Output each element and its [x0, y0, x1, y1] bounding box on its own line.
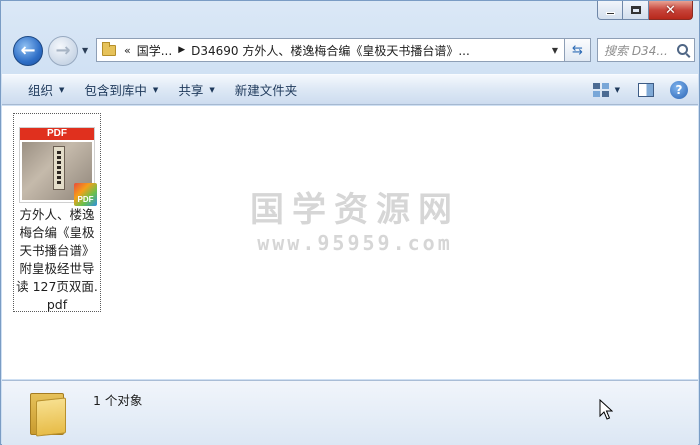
chevron-down-icon: ▼: [59, 85, 65, 94]
watermark: 国学资源网 www.95959.com: [240, 190, 470, 256]
file-item-pdf[interactable]: PDF PDF 方外人、楼逸梅合编《皇极天书播台谱》附皇极经世导读 127页双面…: [13, 113, 101, 312]
address-dropdown-icon[interactable]: ▼: [552, 46, 558, 55]
minimize-button[interactable]: [597, 1, 623, 20]
search-placeholder: 搜索 D34...: [604, 43, 668, 58]
explorer-window: ✕ ← → ▼ « 国学... ▶ D34690 方外人、楼逸梅合编《皇极天书播…: [0, 0, 700, 445]
share-label: 共享: [178, 83, 204, 98]
folder-icon: [102, 41, 116, 56]
caption-buttons: ✕: [597, 1, 693, 20]
close-icon: ✕: [665, 2, 676, 18]
minimize-icon: [605, 11, 615, 15]
navigation-bar: ← → ▼ « 国学... ▶ D34690 方外人、楼逸梅合编《皇极天书播台谱…: [9, 34, 695, 68]
pdf-badge-icon: PDF: [74, 183, 97, 206]
pdf-thumbnail: PDF PDF: [19, 127, 97, 206]
command-toolbar: 组织 ▼ 包含到库中 ▼ 共享 ▼ 新建文件夹 ▼ ?: [2, 74, 698, 105]
refresh-button[interactable]: ⇆: [565, 38, 591, 62]
breadcrumb-overflow[interactable]: «: [124, 44, 131, 57]
book-title-strip: [53, 146, 65, 190]
close-button[interactable]: ✕: [649, 1, 693, 20]
share-menu[interactable]: 共享 ▼: [168, 80, 224, 99]
forward-button[interactable]: →: [48, 36, 78, 66]
file-name[interactable]: 方外人、楼逸梅合编《皇极天书播台谱》附皇极经世导读 127页双面.pdf: [14, 206, 100, 314]
chevron-down-icon: ▼: [209, 85, 215, 94]
details-pane: 1 个对象: [2, 380, 698, 445]
back-arrow-icon: ←: [20, 40, 36, 61]
breadcrumb-root[interactable]: 国学...: [137, 42, 172, 59]
watermark-title: 国学资源网: [250, 190, 460, 230]
folder-icon: [30, 389, 68, 437]
new-folder-button[interactable]: 新建文件夹: [225, 80, 308, 99]
organize-label: 组织: [28, 83, 54, 98]
preview-pane-icon[interactable]: [638, 82, 654, 97]
view-options-dropdown-icon[interactable]: ▼: [615, 86, 620, 94]
address-bar[interactable]: « 国学... ▶ D34690 方外人、楼逸梅合编《皇极天书播台谱》... ▼: [96, 38, 565, 62]
chevron-down-icon: ▼: [152, 85, 159, 94]
organize-menu[interactable]: 组织 ▼: [18, 80, 74, 99]
help-icon[interactable]: ?: [670, 80, 688, 99]
new-folder-label: 新建文件夹: [234, 83, 298, 98]
include-in-library-menu[interactable]: 包含到库中 ▼: [74, 80, 168, 99]
back-button[interactable]: ←: [13, 36, 43, 66]
include-library-label: 包含到库中: [84, 83, 147, 98]
change-view-icon[interactable]: [592, 82, 609, 97]
search-icon[interactable]: [677, 44, 688, 55]
pdf-label-band: PDF: [20, 128, 94, 140]
breadcrumb-chevron-icon[interactable]: ▶: [178, 45, 185, 55]
refresh-icon: ⇆: [572, 42, 583, 58]
breadcrumb-current[interactable]: D34690 方外人、楼逸梅合编《皇极天书播台谱》...: [191, 42, 470, 59]
item-count: 1 个对象: [93, 393, 143, 408]
recent-pages-dropdown-icon[interactable]: ▼: [82, 46, 88, 55]
toolbar-right-group: ▼ ?: [592, 80, 698, 99]
file-list-pane[interactable]: PDF PDF 方外人、楼逸梅合编《皇极天书播台谱》附皇极经世导读 127页双面…: [2, 106, 698, 379]
search-input[interactable]: 搜索 D34...: [597, 38, 695, 62]
maximize-icon: [630, 6, 641, 14]
maximize-button[interactable]: [623, 1, 649, 20]
forward-arrow-icon: →: [55, 40, 71, 61]
watermark-url: www.95959.com: [257, 231, 453, 255]
